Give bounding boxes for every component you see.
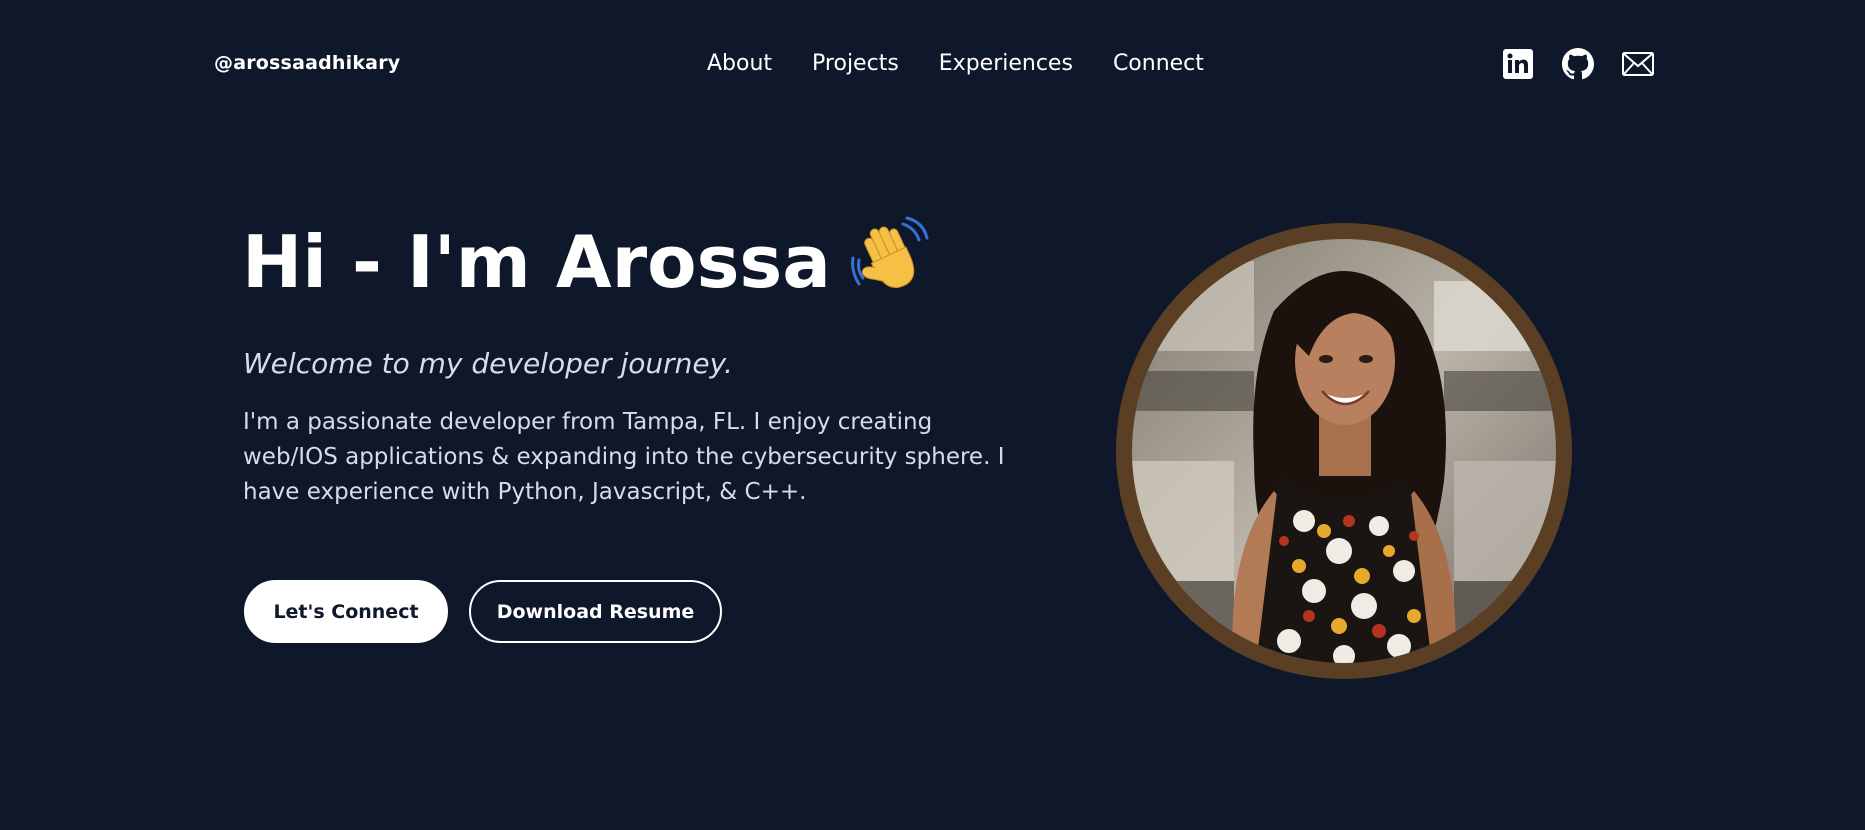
nav-projects[interactable]: Projects: [812, 50, 899, 78]
brand-handle[interactable]: @arossaadhikary: [214, 52, 400, 74]
lets-connect-button[interactable]: Let's Connect: [244, 580, 448, 643]
hero-bio: I'm a passionate developer from Tampa, F…: [243, 409, 1005, 505]
linkedin-icon[interactable]: [1502, 48, 1534, 80]
nav-experiences[interactable]: Experiences: [939, 50, 1073, 78]
nav-about[interactable]: About: [707, 50, 772, 78]
waving-hand-icon: [851, 214, 931, 313]
download-resume-button[interactable]: Download Resume: [469, 580, 722, 643]
page: @arossaadhikary About Projects Experienc…: [0, 0, 1865, 830]
main-nav: About Projects Experiences Connect: [707, 50, 1204, 78]
mail-icon[interactable]: [1622, 48, 1654, 80]
hero-subtitle: Welcome to my developer journey.: [243, 347, 733, 380]
social-links: [1502, 48, 1654, 80]
hero-title: Hi - I'm Arossa: [242, 216, 931, 317]
github-icon[interactable]: [1562, 48, 1594, 80]
hero-title-text: Hi - I'm Arossa: [242, 220, 831, 305]
profile-photo-illustration: [1116, 223, 1572, 679]
profile-portrait: [1114, 221, 1574, 681]
nav-connect[interactable]: Connect: [1113, 50, 1204, 78]
